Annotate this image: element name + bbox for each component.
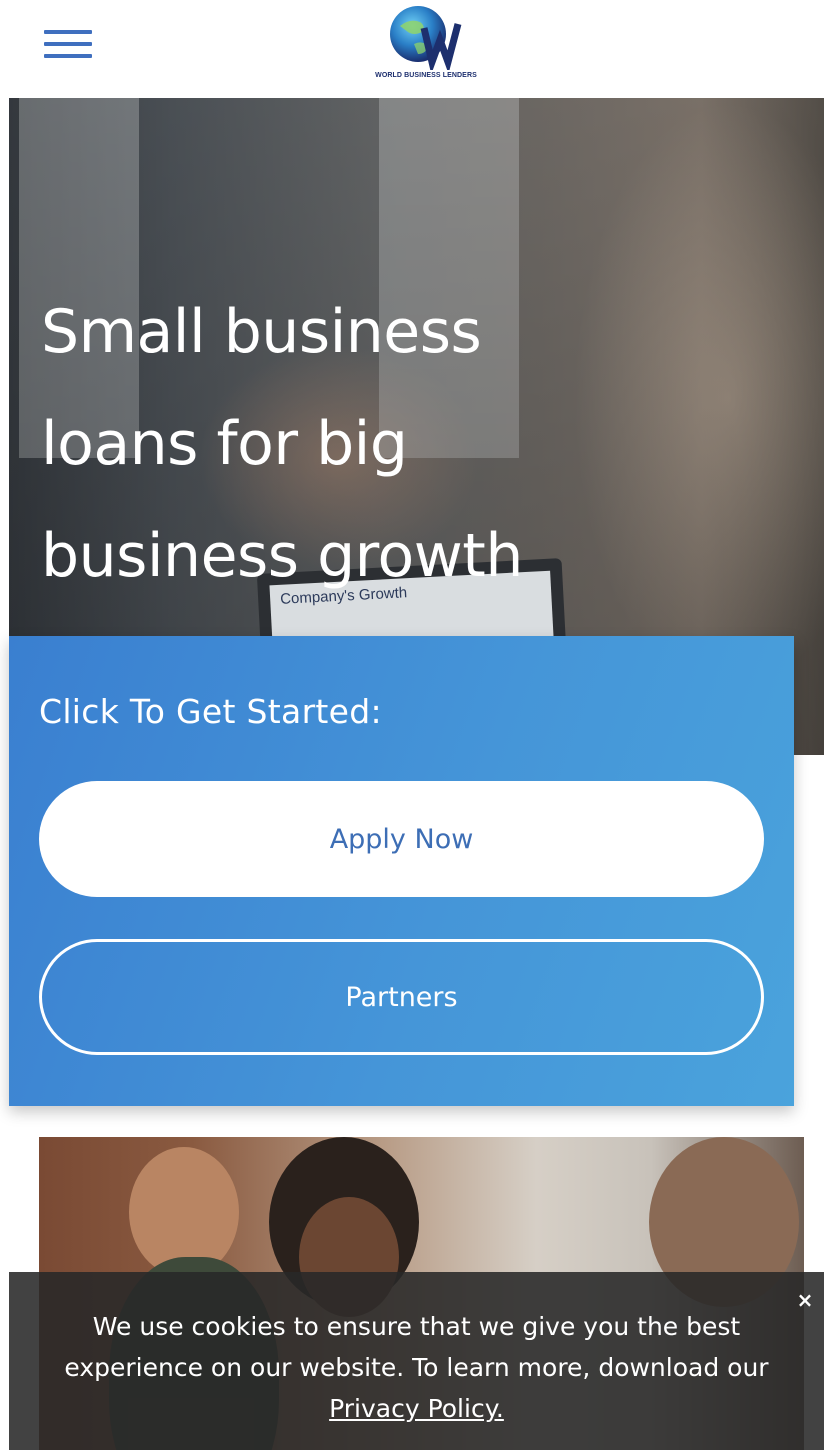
cookie-banner: × We use cookies to ensure that we give …	[9, 1272, 824, 1450]
hero-title-line: business growth	[41, 521, 523, 591]
hamburger-menu-icon[interactable]	[44, 30, 92, 62]
hero-title-line: loans for big	[41, 409, 408, 479]
cookie-line: We use cookies to ensure that we give yo…	[92, 1312, 741, 1341]
cookie-message: We use cookies to ensure that we give yo…	[9, 1306, 824, 1429]
apply-now-button[interactable]: Apply Now	[39, 781, 764, 897]
cookie-line: experience on our website. To learn more…	[64, 1353, 769, 1382]
menu-bar	[44, 54, 92, 58]
get-started-title: Click To Get Started:	[39, 692, 382, 731]
partners-button[interactable]: Partners	[39, 939, 764, 1055]
logo-text: WORLD BUSINESS LENDERS	[375, 72, 477, 79]
site-logo[interactable]: WORLD BUSINESS LENDERS	[358, 4, 494, 84]
get-started-card: Click To Get Started: Apply Now Partners	[9, 636, 794, 1106]
site-header: WORLD BUSINESS LENDERS	[0, 0, 824, 98]
privacy-policy-link[interactable]: Privacy Policy.	[329, 1394, 504, 1423]
menu-bar	[44, 30, 92, 34]
hero-title-line: Small business	[41, 297, 482, 367]
hero-title: Small business loans for big business gr…	[41, 276, 741, 612]
globe-logo-icon	[390, 6, 462, 70]
menu-bar	[44, 42, 92, 46]
